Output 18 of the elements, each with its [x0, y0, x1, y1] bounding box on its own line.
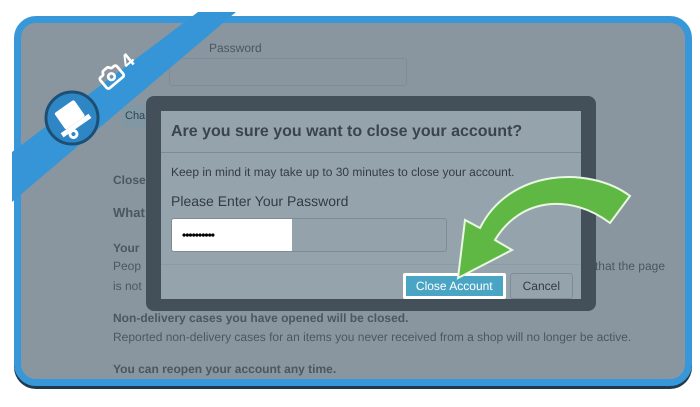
section-title: Close — [113, 172, 146, 189]
notice-title: Your — [113, 240, 140, 256]
field-label: Please Enter Your Password — [170, 192, 350, 211]
dialog-message: Keep in mind it may take up to 30 minutes to close your account. — [170, 164, 516, 181]
close-account-button[interactable]: Close Account — [402, 273, 506, 299]
notice-text: Peop — [113, 258, 142, 274]
notice-text: Reported non-delivery cases for an items you never received from a shop will no longer be active. — [113, 328, 632, 346]
field-label: Password — [209, 41, 262, 55]
notice-text: is not — [113, 278, 142, 294]
notice-text: that the page — [594, 258, 665, 274]
section-heading: What — [113, 204, 145, 222]
step-number: 4 — [116, 48, 140, 76]
cancel-button[interactable]: Cancel — [510, 273, 573, 299]
notice-title: Non-delivery cases you have opened will be closed. — [113, 310, 410, 326]
notice-title: You can reopen your account any time. — [113, 360, 336, 378]
dialog-title: Are you sure you want to close your account? — [161, 111, 581, 153]
change-button[interactable]: Cha — [122, 105, 147, 127]
password-field[interactable]: •••••••••• — [171, 218, 447, 252]
